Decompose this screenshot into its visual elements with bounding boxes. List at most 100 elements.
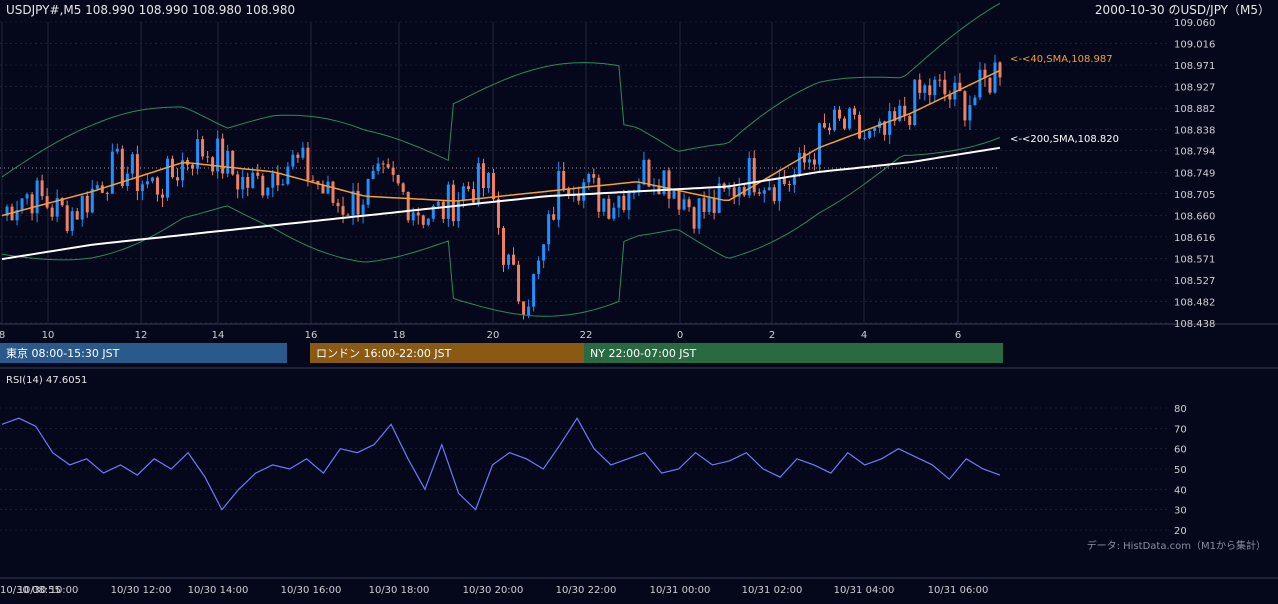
y-tick-label: 108.438	[1174, 319, 1215, 330]
candle-body	[853, 108, 857, 115]
x-tick-label: 20	[487, 330, 500, 341]
candle-body	[727, 187, 731, 189]
candle-body	[366, 178, 370, 205]
candle-body	[105, 192, 109, 194]
candle-body	[306, 147, 310, 180]
candle-body	[973, 97, 977, 106]
candle-body	[913, 79, 917, 126]
candle-body	[943, 79, 947, 95]
candle-body	[797, 152, 801, 175]
data-credit: データ: HistData.com（M1から集計）	[1087, 539, 1266, 552]
candle-body	[522, 301, 526, 316]
candle-body	[491, 173, 495, 200]
rsi-tick-label: 20	[1174, 526, 1187, 537]
candle-body	[687, 199, 691, 208]
rsi-tick-label: 70	[1174, 424, 1187, 435]
candle-body	[426, 218, 430, 225]
candle-body	[291, 154, 295, 167]
sma200-line	[1, 146, 1001, 261]
candle-body	[702, 198, 706, 212]
candle-body	[20, 198, 24, 211]
candle-body	[918, 79, 922, 93]
candle-body	[903, 105, 907, 116]
x-tick-label: 4	[861, 330, 867, 341]
y-tick-label: 109.060	[1174, 18, 1215, 29]
bottom-tick-label: 10/30 14:00	[188, 585, 249, 596]
candle-body	[110, 151, 114, 194]
candle-body	[441, 201, 445, 219]
candle-body	[562, 171, 566, 190]
candle-body	[868, 130, 872, 138]
candle-body	[537, 260, 541, 274]
candle-body	[256, 172, 260, 176]
candle-body	[827, 127, 831, 131]
bottom-tick-label: 10/30 12:00	[111, 585, 172, 596]
candle-body	[140, 184, 144, 191]
candle-body	[732, 187, 736, 197]
y-tick-label: 108.794	[1174, 147, 1215, 158]
candle-body	[135, 154, 139, 191]
candle-body	[386, 164, 390, 168]
y-tick-label: 109.016	[1174, 39, 1215, 50]
candle-body	[120, 148, 124, 186]
candle-body	[145, 181, 149, 185]
candle-body	[833, 109, 837, 131]
bottom-tick-label: 10/31 04:00	[834, 585, 895, 596]
candle-body	[45, 196, 49, 208]
candle-body	[476, 163, 480, 203]
candle-body	[677, 190, 681, 210]
bottom-tick-label: 10/30 20:00	[463, 585, 524, 596]
candle-body	[998, 62, 1002, 78]
candle-body	[908, 115, 912, 126]
candle-body	[271, 173, 275, 188]
candle-body	[296, 154, 300, 158]
candle-body	[552, 214, 556, 220]
candle-body	[171, 158, 175, 178]
candle-body	[421, 215, 425, 225]
rsi-line	[1, 417, 1001, 511]
candle-body	[75, 211, 79, 220]
candle-body	[456, 200, 460, 222]
candle-body	[176, 177, 180, 181]
candle-body	[622, 195, 626, 211]
x-tick-label: 18	[393, 330, 406, 341]
candle-body	[236, 174, 240, 190]
x-tick-label: 2	[769, 330, 775, 341]
candle-body	[165, 158, 169, 198]
candle-body	[206, 156, 210, 158]
candle-body	[888, 111, 892, 135]
x-tick-label: 12	[135, 330, 148, 341]
candle-body	[807, 159, 811, 163]
candle-body	[988, 77, 992, 93]
candle-body	[371, 170, 375, 179]
candle-body	[251, 172, 255, 188]
candle-body	[527, 306, 531, 316]
bottom-tick-label: 10/30 16:00	[281, 585, 342, 596]
rsi-label: RSI(14) 47.6051	[6, 375, 87, 386]
candle-body	[848, 108, 852, 129]
candle-body	[201, 139, 205, 157]
candle-body	[762, 190, 766, 194]
candle-body	[416, 212, 420, 216]
candle-body	[391, 167, 395, 175]
candle-body	[963, 91, 967, 121]
grid-layer	[0, 21, 1278, 579]
bottom-tick-label: 10/30 18:00	[369, 585, 430, 596]
y-tick-label: 108.749	[1174, 169, 1215, 180]
rsi-tick-label: 80	[1174, 404, 1187, 415]
candle-body	[70, 211, 74, 231]
candle-body	[787, 184, 791, 186]
candle-body	[446, 184, 450, 219]
candle-body	[507, 254, 511, 265]
candle-body	[301, 147, 305, 158]
x-tick-label: 6	[955, 330, 961, 341]
chart-title: 2000-10-30 のUSD/JPY（M5）	[1095, 3, 1270, 17]
candle-body	[692, 207, 696, 229]
candle-body	[672, 190, 676, 199]
candle-body	[331, 181, 335, 203]
x-tick-label: 0	[677, 330, 683, 341]
candle-body	[191, 164, 195, 169]
rsi-tick-label: 50	[1174, 465, 1187, 476]
candle-body	[873, 127, 877, 131]
candle-body	[843, 118, 847, 129]
